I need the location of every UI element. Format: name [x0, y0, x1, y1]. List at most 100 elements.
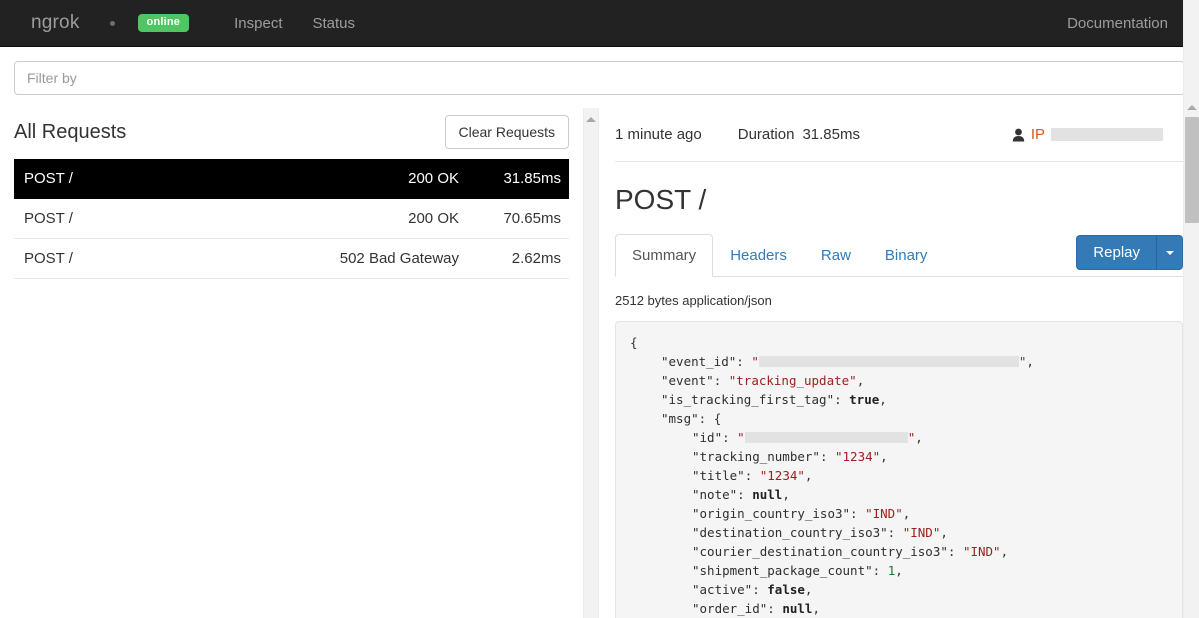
json-token-punc: :	[752, 582, 768, 597]
json-line: "note": null,	[630, 485, 1168, 504]
filter-bar	[0, 47, 1199, 95]
request-status: 502 Bad Gateway	[339, 250, 459, 267]
json-body-viewer: { "event_id": " ", "event": "tracking_updat…	[615, 321, 1183, 618]
tab-headers[interactable]: Headers	[713, 234, 804, 277]
json-token-str: "IND"	[865, 506, 903, 521]
nav-link-inspect[interactable]: Inspect	[219, 15, 297, 32]
ip-value-redacted	[1051, 128, 1163, 141]
request-detail-panel: 1 minute ago Duration 31.85ms IP POST / …	[599, 108, 1199, 618]
table-row[interactable]: POST / 502 Bad Gateway 2.62ms	[14, 239, 569, 279]
top-navbar: ngrok online Inspect Status Documentatio…	[0, 0, 1199, 47]
filter-input[interactable]	[14, 61, 1185, 95]
json-line: "event": "tracking_update",	[630, 371, 1168, 390]
json-token-punc: ,	[915, 430, 923, 445]
json-token-key: "is_tracking_first_tag"	[661, 392, 835, 407]
nav-link-documentation[interactable]: Documentation	[1052, 15, 1183, 32]
json-line: "origin_country_iso3": "IND",	[630, 504, 1168, 523]
json-token-str: "1234"	[759, 468, 805, 483]
replay-button[interactable]: Replay	[1076, 235, 1156, 270]
request-duration: 70.65ms	[503, 210, 561, 227]
json-token-punc: ,	[1026, 354, 1034, 369]
json-token-key: "id"	[692, 430, 723, 445]
json-token-punc: :	[744, 468, 760, 483]
json-token-punc: :	[887, 525, 903, 540]
json-token-punc: :	[872, 563, 888, 578]
detail-meta-row: 1 minute ago Duration 31.85ms IP	[615, 108, 1183, 162]
json-line: "shipment_package_count": 1,	[630, 561, 1168, 580]
page-title: All Requests	[14, 120, 127, 143]
json-token-punc: ,	[804, 468, 813, 483]
tab-binary[interactable]: Binary	[868, 234, 945, 277]
json-token-key: "courier_destination_country_iso3"	[692, 544, 948, 559]
replay-dropdown-button[interactable]	[1156, 235, 1183, 270]
page-scrollbar-thumb[interactable]	[1185, 117, 1199, 223]
tab-raw[interactable]: Raw	[804, 234, 868, 277]
request-status: 200 OK	[408, 210, 459, 227]
json-token-key: "note"	[692, 487, 738, 502]
json-line: "active": false,	[630, 580, 1168, 599]
ip-label: IP	[1030, 126, 1045, 143]
json-line: {	[630, 333, 1168, 352]
request-title: POST /	[615, 184, 707, 215]
json-line: "destination_country_iso3": "IND",	[630, 523, 1168, 542]
table-row[interactable]: POST / 200 OK 70.65ms	[14, 199, 569, 239]
nav-link-status[interactable]: Status	[298, 15, 371, 32]
duration-value: 31.85ms	[802, 126, 860, 143]
status-dot-icon	[109, 20, 115, 26]
json-token-punc: ,	[880, 449, 888, 464]
brand-logo[interactable]: ngrok	[31, 12, 80, 34]
json-token-punc: :	[767, 601, 783, 616]
json-token-lit: true	[849, 392, 880, 407]
request-method-path: POST /	[24, 250, 73, 267]
json-token-punc: ,	[879, 392, 887, 407]
table-row[interactable]: POST / 200 OK 31.85ms	[14, 159, 569, 199]
json-token-str: "1234"	[835, 449, 881, 464]
json-token-punc: ,	[1000, 544, 1009, 559]
json-token-key: "event_id"	[661, 354, 737, 369]
request-timestamp: 1 minute ago	[615, 126, 702, 143]
json-token-str: "tracking_update"	[728, 373, 857, 388]
chevron-down-icon	[1165, 250, 1174, 255]
json-token-punc: :	[713, 373, 729, 388]
status-badge: online	[137, 14, 190, 32]
scroll-up-arrow-icon[interactable]	[586, 117, 596, 122]
navbar-right: Documentation	[1052, 0, 1183, 47]
json-token-punc: ,	[902, 506, 911, 521]
json-line: "courier_destination_country_iso3": "IND…	[630, 542, 1168, 561]
json-line: "tracking_number": "1234",	[630, 447, 1168, 466]
client-ip: IP	[1012, 126, 1163, 143]
replay-button-group: Replay	[1076, 235, 1183, 270]
json-line: "event_id": " ",	[630, 352, 1168, 371]
json-token-punc: :	[736, 354, 752, 369]
json-token-key: "order_id"	[692, 601, 768, 616]
json-token-punc: :	[850, 506, 866, 521]
json-token-punc: ,	[812, 601, 820, 616]
json-token-punc: {	[630, 335, 638, 350]
json-token-str: "IND"	[962, 544, 1001, 559]
json-token-lit: false	[767, 582, 805, 597]
json-token-lit: null	[752, 487, 783, 502]
json-token-key: "destination_country_iso3"	[692, 525, 888, 540]
requests-list: POST /200 OK 31.85ms POST /200 OK 70.65ms PO…	[14, 159, 569, 279]
json-token-punc: ,	[782, 487, 790, 502]
json-line: "order_id": null,	[630, 599, 1168, 618]
json-token-key: "msg"	[661, 411, 699, 426]
json-token-punc: :	[819, 449, 835, 464]
json-token-punc: : {	[698, 411, 722, 426]
clear-requests-button[interactable]: Clear Requests	[444, 115, 569, 149]
json-token-lit: null	[782, 601, 813, 616]
json-token-punc: ,	[856, 373, 865, 388]
left-panel-scrollbar[interactable]	[583, 108, 599, 618]
person-icon	[1012, 128, 1025, 141]
request-duration: 2.62ms	[511, 250, 561, 267]
page-scroll-up-arrow-icon[interactable]	[1187, 105, 1197, 110]
redacted-value	[758, 356, 1019, 367]
tab-summary[interactable]: Summary	[615, 234, 714, 277]
page-scrollbar[interactable]	[1183, 0, 1199, 618]
duration-label: Duration	[737, 126, 795, 143]
request-method-path: POST /	[24, 170, 73, 187]
json-token-str: "	[751, 354, 759, 369]
json-token-punc: ,	[804, 582, 813, 597]
json-token-punc: ,	[895, 563, 903, 578]
json-token-key: "tracking_number"	[692, 449, 820, 464]
